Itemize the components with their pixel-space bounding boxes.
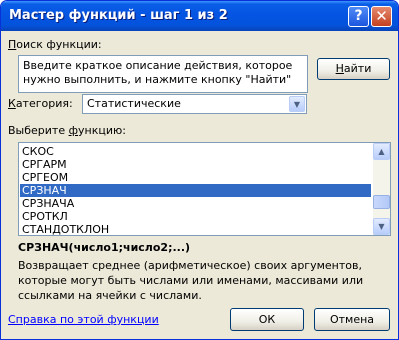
help-button[interactable]: ? — [348, 6, 369, 27]
list-item[interactable]: СРОТКЛ — [20, 210, 371, 223]
find-button-hotkey: Н — [335, 62, 344, 75]
function-list-label: Выберите функцию: — [8, 124, 126, 137]
list-item[interactable]: СКОС — [20, 145, 371, 158]
function-list-label-hotkey: ф — [68, 124, 78, 137]
cancel-button[interactable]: Отмена — [314, 308, 390, 331]
category-selected-value: Статистические — [87, 97, 181, 110]
category-label-rest: атегория: — [15, 97, 73, 110]
function-wizard-dialog: Мастер функций - шаг 1 из 2 ? ✕ Поиск фу… — [0, 0, 399, 340]
category-label: Категория: — [8, 97, 73, 110]
list-item[interactable]: СРЗНАЧА — [20, 197, 371, 210]
search-input[interactable]: Введите краткое описание действия, котор… — [18, 55, 308, 93]
function-signature: СРЗНАЧ(число1;число2;...) — [18, 241, 191, 254]
search-label: Поиск функции: — [8, 38, 102, 51]
scroll-down-icon[interactable]: ▼ — [373, 218, 390, 235]
find-button-rest: айти — [343, 62, 372, 75]
function-description: Возвращает среднее (арифметическое) свои… — [18, 259, 364, 302]
close-button[interactable]: ✕ — [371, 6, 392, 27]
window-title: Мастер функций - шаг 1 из 2 — [9, 8, 228, 23]
function-list-label-rest: ункцию: — [78, 124, 126, 137]
title-bar[interactable]: Мастер функций - шаг 1 из 2 ? ✕ — [1, 1, 398, 31]
ok-button[interactable]: ОК — [230, 308, 304, 331]
help-link[interactable]: Справка по этой функции — [8, 313, 159, 326]
list-item[interactable]: СТАНДОТКЛОН — [20, 223, 371, 235]
find-button[interactable]: Найти — [317, 58, 390, 80]
list-scrollbar[interactable]: ▲ ▼ — [373, 143, 390, 235]
search-label-rest: оиск функции: — [16, 38, 102, 51]
function-list[interactable]: СКОС СРГАРМ СРГЕОМ СРЗНАЧ СРЗНАЧА СРОТКЛ… — [18, 142, 391, 236]
scrollbar-thumb[interactable] — [373, 195, 390, 209]
list-item[interactable]: СРГАРМ — [20, 158, 371, 171]
scroll-up-icon[interactable]: ▲ — [373, 143, 390, 160]
chevron-down-icon[interactable]: ▼ — [289, 96, 305, 112]
list-item[interactable]: СРГЕОМ — [20, 171, 371, 184]
function-list-label-pre: Выберите — [8, 124, 69, 137]
category-select[interactable]: Статистические ▼ — [82, 94, 307, 114]
list-item-selected[interactable]: СРЗНАЧ — [20, 184, 371, 197]
category-label-hotkey: К — [8, 97, 16, 110]
